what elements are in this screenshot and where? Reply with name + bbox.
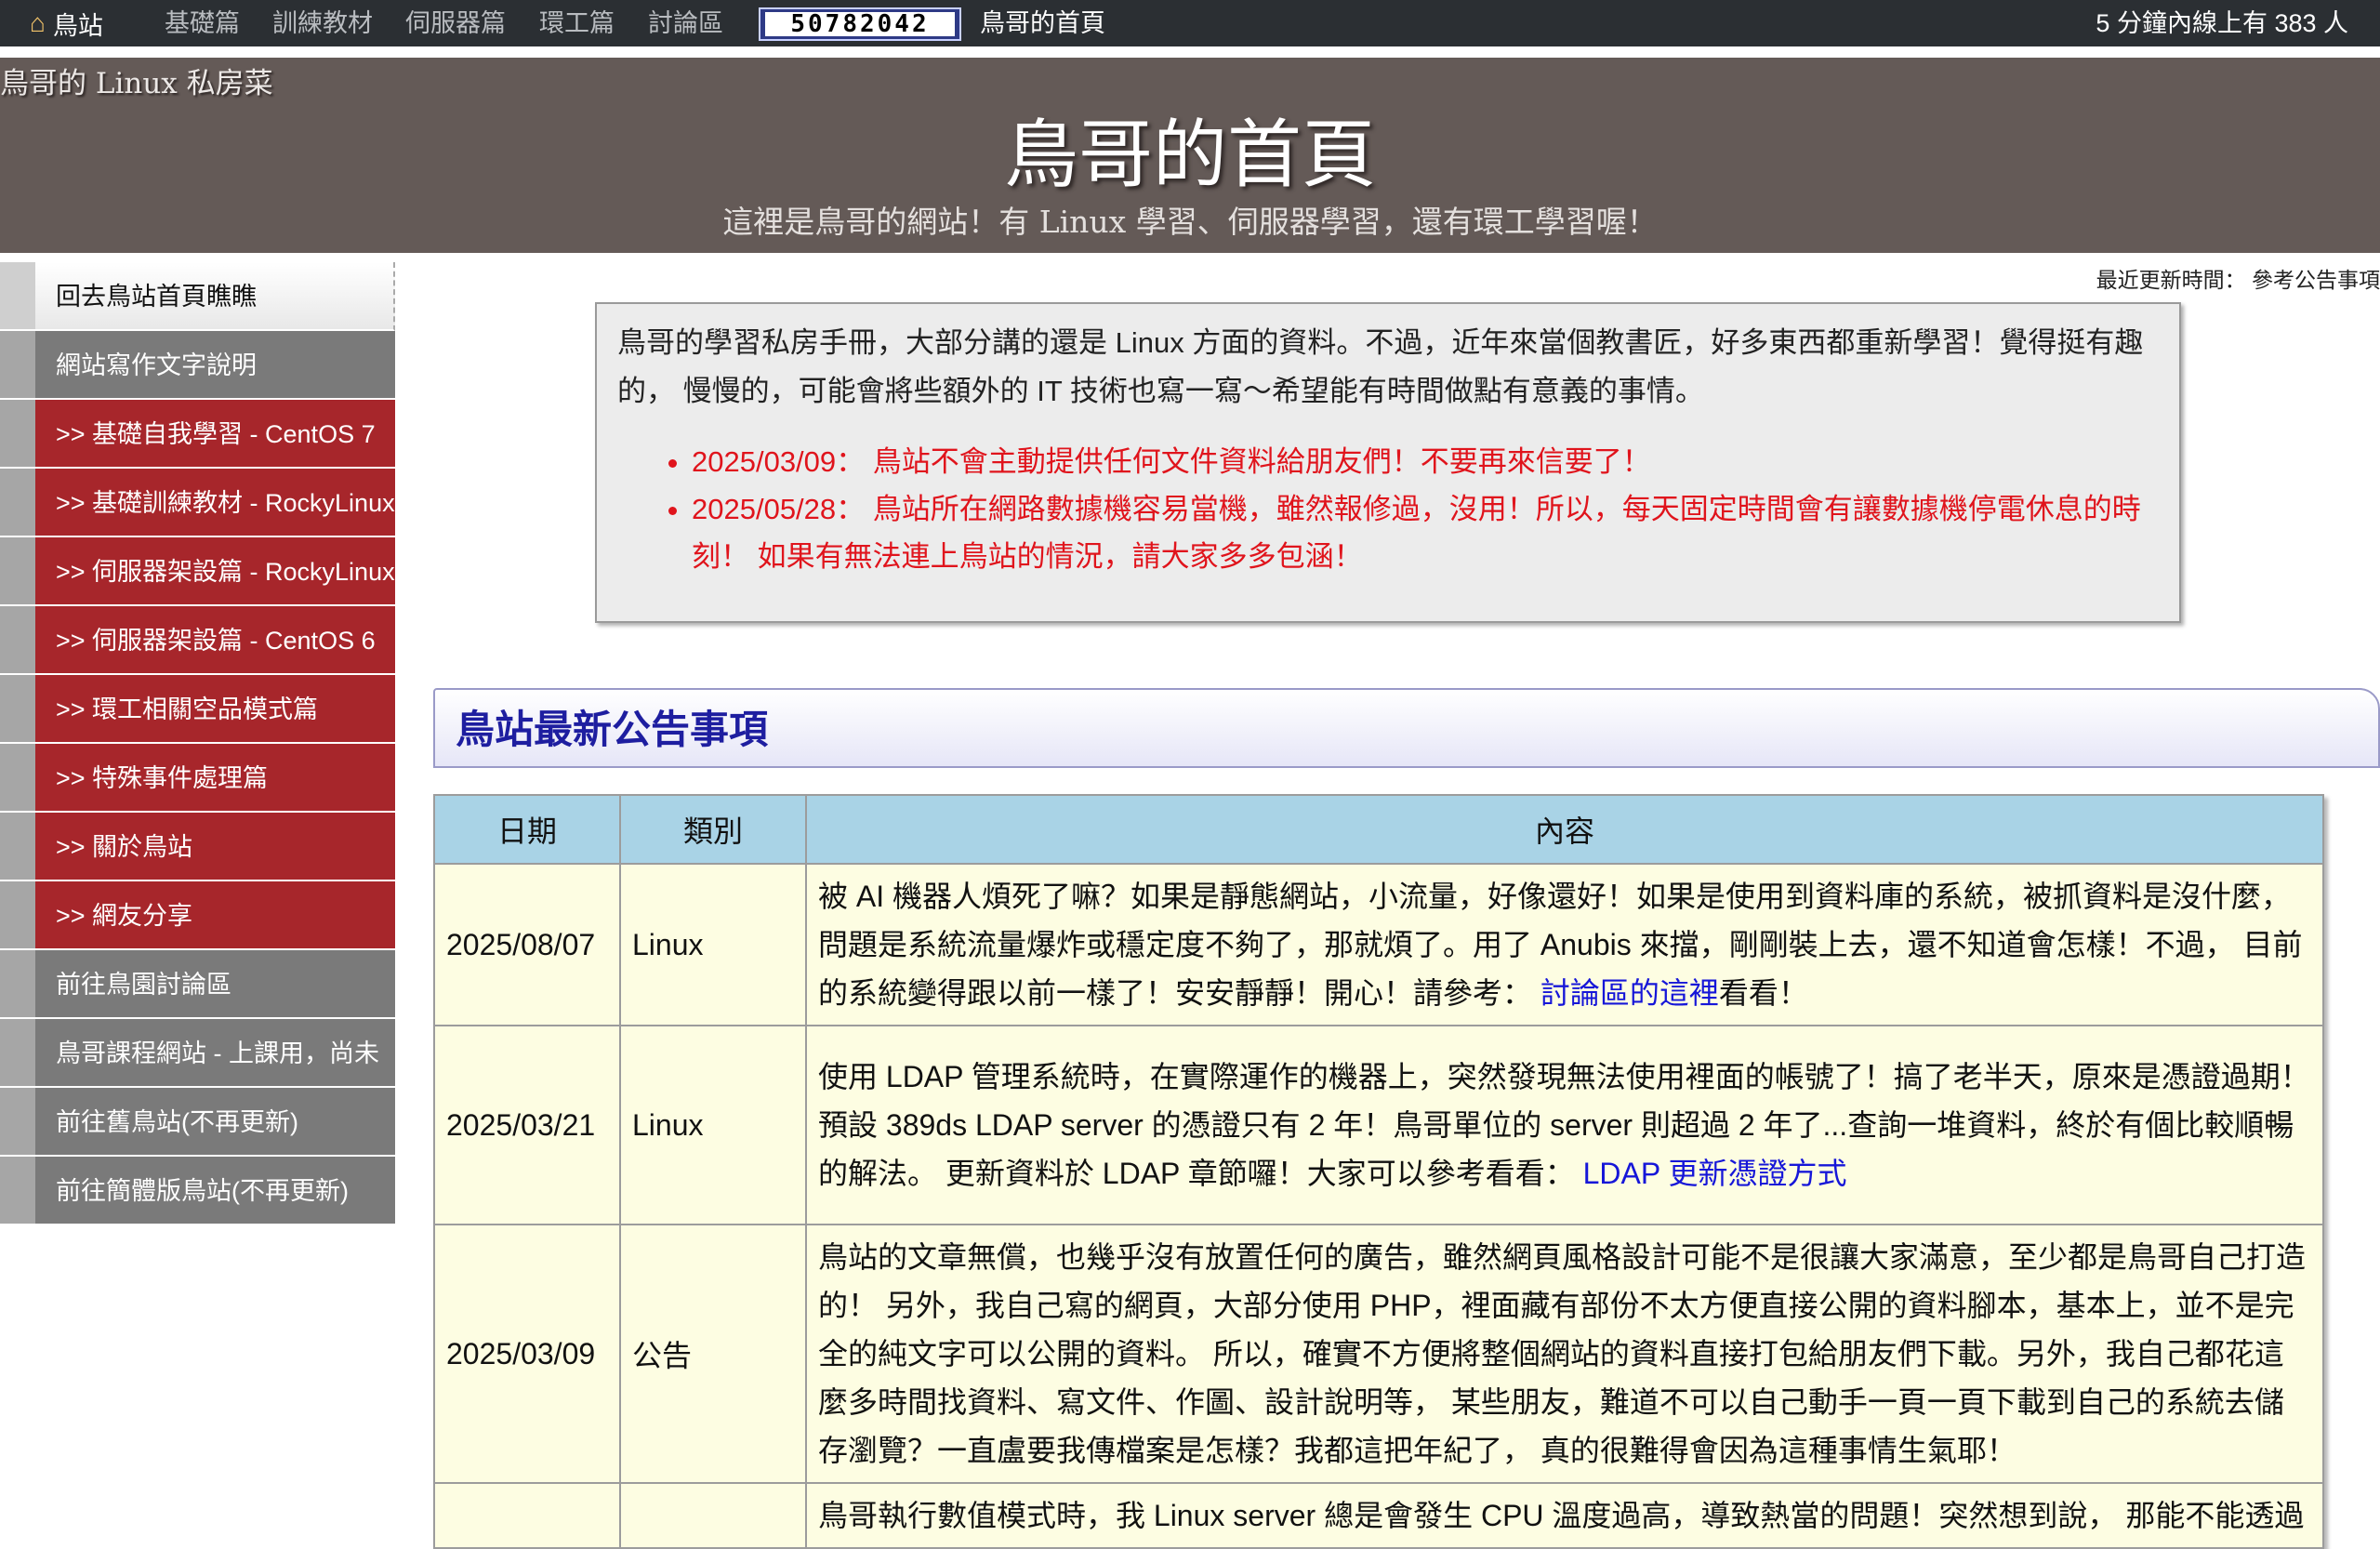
table-row: 2025/03/09 公告 鳥站的文章無償，也幾乎沒有放置任何的廣告，雖然網頁風…	[433, 1224, 2324, 1484]
news-table-header-row: 日期 類別 內容	[433, 794, 2324, 865]
table-row: 2025/03/21 Linux 使用 LDAP 管理系統時，在實際運作的機器上…	[433, 1025, 2324, 1225]
row-category: Linux	[619, 1025, 807, 1225]
nav-link-basic[interactable]: 基礎篇	[165, 0, 240, 46]
notice-item: 2025/05/28： 鳥站所在網路數據機容易當機，雖然報修過，沒用！所以，每天…	[692, 485, 2159, 580]
sidebar-menu: 回去鳥站首頁瞧瞧 網站寫作文字說明 >> 基礎自我學習 - CentOS 7 >…	[0, 262, 395, 1225]
sidebar-item-writing-notes[interactable]: 網站寫作文字說明	[0, 331, 395, 400]
last-updated-text: 最近更新時間： 參考公告事項	[2096, 268, 2380, 292]
online-users-text: 5 分鐘內線上有 383 人	[2096, 9, 2348, 37]
row-date: 2025/03/09	[433, 1224, 621, 1484]
row-content-after: 看看！	[1718, 976, 1808, 1010]
sidebar-item-server-centos6[interactable]: >> 伺服器架設篇 - CentOS 6	[0, 606, 395, 675]
sidebar-item-training-rocky[interactable]: >> 基礎訓練教材 - RockyLinux	[0, 469, 395, 537]
sidebar-item-air-quality[interactable]: >> 環工相關空品模式篇	[0, 675, 395, 744]
forum-here-link[interactable]: 討論區的這裡	[1540, 976, 1719, 1010]
row-date	[433, 1482, 621, 1549]
news-table: 日期 類別 內容 2025/08/07 Linux 被 AI 機器人煩死了嘛？如…	[433, 794, 2324, 1549]
nav-link-training[interactable]: 訓練教材	[272, 0, 373, 46]
row-date: 2025/03/21	[433, 1025, 621, 1225]
visitor-counter: 50782042	[759, 7, 961, 41]
row-category: 公告	[619, 1224, 807, 1484]
ldap-renew-cert-link[interactable]: LDAP 更新憑證方式	[1583, 1157, 1847, 1190]
nav-link-environment[interactable]: 環工篇	[539, 0, 615, 46]
sidebar-item-old-site[interactable]: 前往舊鳥站(不再更新)	[0, 1088, 395, 1157]
page-title: 鳥哥的首頁	[1004, 112, 1376, 198]
sidebar-item-basic-centos7[interactable]: >> 基礎自我學習 - CentOS 7	[0, 400, 395, 469]
row-content: 鳥哥執行數值模式時，我 Linux server 總是會發生 CPU 溫度過高，…	[805, 1482, 2324, 1549]
row-date: 2025/08/07	[433, 863, 621, 1026]
column-header-category: 類別	[619, 794, 807, 865]
row-content-text: 使用 LDAP 管理系統時，在實際運作的機器上，突然發現無法使用裡面的帳號了！搞…	[818, 1060, 2310, 1190]
sidebar-item-course-site[interactable]: 鳥哥課程網站 - 上課用，尚未	[0, 1019, 395, 1088]
table-row: 2025/08/07 Linux 被 AI 機器人煩死了嘛？如果是靜態網站，小流…	[433, 863, 2324, 1026]
intro-paragraph: 鳥哥的學習私房手冊，大部分講的還是 Linux 方面的資料。不過，近年來當個教書…	[617, 326, 2144, 407]
column-header-date: 日期	[433, 794, 621, 865]
page-subtitle: 這裡是鳥哥的網站！有 Linux 學習、伺服器學習，還有環工學習喔！	[722, 204, 1658, 240]
top-nav-bar: ⌂ 鳥站 基礎篇 訓練教材 伺服器篇 環工篇 討論區 50782042 鳥哥的首…	[0, 0, 2380, 46]
nav-link-server[interactable]: 伺服器篇	[405, 0, 506, 46]
home-link[interactable]: ⌂ 鳥站	[30, 0, 103, 46]
row-content: 被 AI 機器人煩死了嘛？如果是靜態網站，小流量，好像還好！如果是使用到資料庫的…	[805, 863, 2324, 1026]
row-content: 使用 LDAP 管理系統時，在實際運作的機器上，突然發現無法使用裡面的帳號了！搞…	[805, 1025, 2324, 1225]
notice-list: 2025/03/09： 鳥站不會主動提供任何文件資料給朋友們！不要再來信要了！ …	[692, 438, 2159, 580]
nav-link-forum[interactable]: 討論區	[648, 0, 723, 46]
sidebar-item-home[interactable]: 回去鳥站首頁瞧瞧	[0, 262, 395, 331]
row-category: Linux	[619, 863, 807, 1026]
sidebar-item-about[interactable]: >> 關於鳥站	[0, 813, 395, 881]
table-row: 鳥哥執行數值模式時，我 Linux server 總是會發生 CPU 溫度過高，…	[433, 1482, 2324, 1549]
sidebar-item-special-events[interactable]: >> 特殊事件處理篇	[0, 744, 395, 813]
sidebar-item-forum[interactable]: 前往鳥園討論區	[0, 950, 395, 1019]
house-icon: ⌂	[30, 8, 46, 37]
header-banner: 鳥哥的 Linux 私房菜 鳥哥的首頁 這裡是鳥哥的網站！有 Linux 學習、…	[0, 58, 2380, 253]
sidebar-item-user-share[interactable]: >> 網友分享	[0, 881, 395, 950]
sidebar-item-simplified-site[interactable]: 前往簡體版鳥站(不再更新)	[0, 1157, 395, 1225]
intro-box: 鳥哥的學習私房手冊，大部分講的還是 Linux 方面的資料。不過，近年來當個教書…	[595, 302, 2181, 623]
nav-divider	[0, 46, 2380, 58]
visitor-counter-value: 50782042	[765, 12, 955, 36]
current-page-name: 鳥哥的首頁	[980, 9, 1105, 37]
sidebar-item-server-rocky[interactable]: >> 伺服器架設篇 - RockyLinux	[0, 537, 395, 606]
column-header-content: 內容	[805, 794, 2324, 865]
home-label: 鳥站	[52, 11, 103, 40]
notice-item: 2025/03/09： 鳥站不會主動提供任何文件資料給朋友們！不要再來信要了！	[692, 438, 2159, 485]
row-content: 鳥站的文章無償，也幾乎沒有放置任何的廣告，雖然網頁風格設計可能不是很讓大家滿意，…	[805, 1224, 2324, 1484]
news-section-heading: 鳥站最新公告事項	[433, 688, 2380, 768]
row-category	[619, 1482, 807, 1549]
